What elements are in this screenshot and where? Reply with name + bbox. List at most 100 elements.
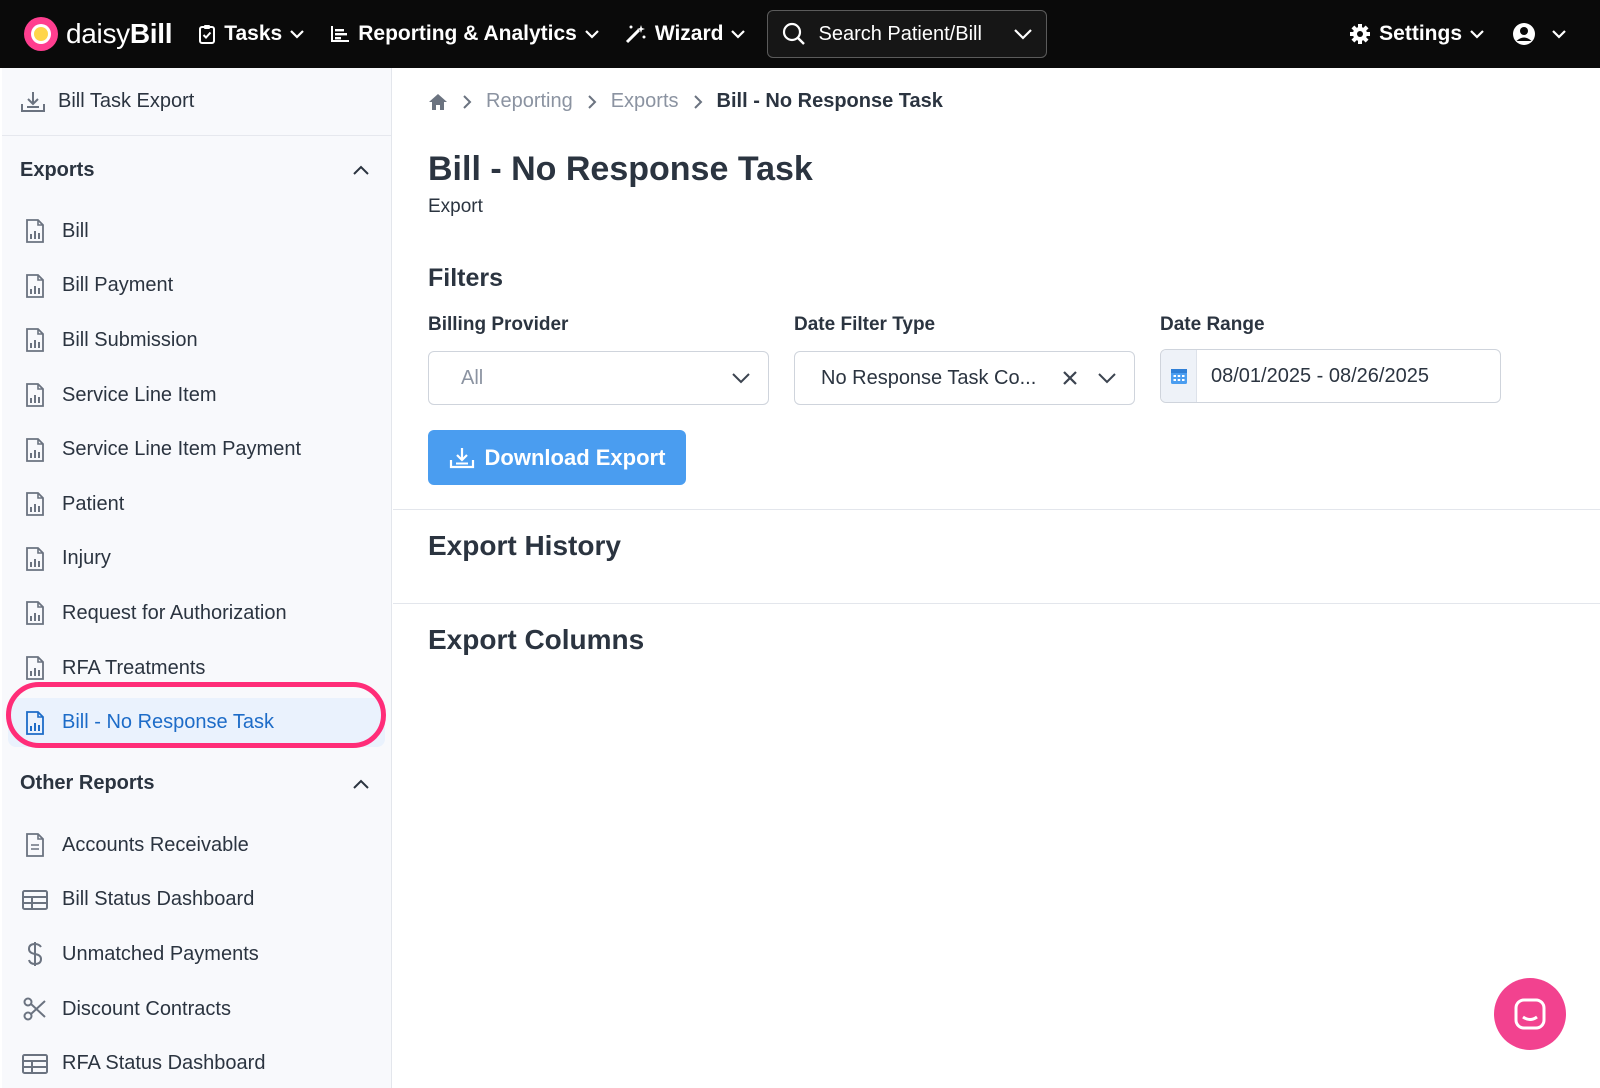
sidebar-item-label: RFA Status Dashboard bbox=[62, 1052, 266, 1075]
page-title: Bill - No Response Task bbox=[428, 150, 813, 188]
sidebar-item-label: Bill Status Dashboard bbox=[62, 888, 255, 911]
sidebar-item-bill-submission[interactable]: Bill Submission bbox=[2, 313, 391, 368]
sidebar-item-label: Service Line Item Payment bbox=[62, 438, 301, 461]
sidebar-item-bill-no-response-task[interactable]: Bill - No Response Task bbox=[2, 695, 391, 750]
report-document-icon bbox=[20, 656, 50, 680]
date-filter-type-select[interactable]: No Response Task Co... bbox=[794, 351, 1135, 405]
sidebar-item-label: Bill Payment bbox=[62, 274, 174, 297]
sidebar-item-label: RFA Treatments bbox=[62, 656, 206, 679]
download-export-label: Download Export bbox=[484, 444, 666, 470]
billing-provider-select[interactable]: All bbox=[428, 351, 769, 405]
chevron-right-icon bbox=[462, 94, 472, 110]
report-document-icon bbox=[20, 601, 50, 626]
sidebar-item-label: Discount Contracts bbox=[62, 997, 231, 1020]
export-history-title[interactable]: Export History bbox=[428, 530, 621, 562]
sidebar-item-rfa-status-dashboard[interactable]: RFA Status Dashboard bbox=[2, 1036, 391, 1088]
sidebar-item-label: Accounts Receivable bbox=[62, 833, 249, 856]
divider bbox=[393, 509, 1600, 510]
date-filter-type-value: No Response Task Co... bbox=[821, 366, 1037, 389]
sidebar-item-discount-contracts[interactable]: Discount Contracts bbox=[2, 982, 391, 1037]
download-tray-icon bbox=[21, 91, 45, 112]
sidebar-item-rfa-treatments[interactable]: RFA Treatments bbox=[2, 641, 391, 696]
chat-launcher-button[interactable] bbox=[1494, 978, 1566, 1050]
breadcrumb: Reporting Exports Bill - No Response Tas… bbox=[428, 90, 943, 113]
bar-chart-icon bbox=[331, 26, 350, 42]
other-reports-list: Accounts Receivable Bill Status Dashboard… bbox=[2, 818, 391, 1088]
nav-right: Settings bbox=[1321, 22, 1566, 46]
wizard-label: Wizard bbox=[654, 22, 724, 45]
chevron-right-icon bbox=[693, 94, 703, 110]
report-document-icon bbox=[20, 383, 50, 407]
chevron-down-icon bbox=[585, 29, 599, 39]
section-label: Exports bbox=[20, 158, 95, 181]
report-document-icon bbox=[20, 273, 50, 298]
sidebar-item-bill-task-export[interactable]: Bill Task Export bbox=[2, 68, 391, 136]
sidebar-item-label: Bill bbox=[62, 219, 89, 242]
sidebar-item-unmatched-payments[interactable]: Unmatched Payments bbox=[2, 927, 391, 982]
report-document-icon bbox=[20, 546, 50, 571]
wizard-menu[interactable]: Wizard bbox=[625, 22, 746, 46]
filters-title: Filters bbox=[428, 264, 504, 292]
date-range-label: Date Range bbox=[1160, 314, 1265, 335]
sidebar-item-label: Bill - No Response Task bbox=[62, 711, 274, 734]
page-subtitle: Export bbox=[428, 196, 483, 217]
chevron-up-icon bbox=[353, 165, 369, 175]
sidebar-item-label: Injury bbox=[62, 547, 111, 570]
date-range-input[interactable]: 08/01/2025 - 08/26/2025 bbox=[1160, 349, 1501, 403]
main-content: Reporting Exports Bill - No Response Tas… bbox=[393, 68, 1600, 1088]
document-icon bbox=[20, 833, 50, 858]
sidebar-item-label: Request for Authorization bbox=[62, 601, 287, 624]
daisybill-logo[interactable]: daisyBill bbox=[24, 0, 173, 68]
calendar-icon bbox=[1161, 350, 1197, 402]
download-export-button[interactable]: Download Export bbox=[428, 430, 686, 485]
breadcrumb-exports[interactable]: Exports bbox=[611, 90, 679, 113]
exports-list: Bill Bill Payment Bill Submission Service L… bbox=[2, 204, 391, 750]
billing-provider-value: All bbox=[461, 366, 484, 389]
sidebar-item-label: Service Line Item bbox=[62, 383, 217, 406]
date-filter-type-label: Date Filter Type bbox=[794, 314, 936, 335]
settings-menu[interactable]: Settings bbox=[1349, 22, 1484, 46]
sidebar: Bill Task Export Exports Bill Bill Paymen… bbox=[2, 68, 392, 1088]
sidebar-item-bill[interactable]: Bill bbox=[2, 204, 391, 259]
date-range-value: 08/01/2025 - 08/26/2025 bbox=[1211, 364, 1429, 387]
chevron-down-icon bbox=[731, 29, 746, 39]
reporting-label: Reporting & Analytics bbox=[358, 22, 577, 45]
section-label: Other Reports bbox=[20, 772, 155, 795]
chevron-right-icon bbox=[587, 94, 597, 110]
sidebar-item-accounts-receivable[interactable]: Accounts Receivable bbox=[2, 818, 391, 873]
breadcrumb-current: Bill - No Response Task bbox=[716, 90, 943, 112]
table-icon bbox=[20, 1053, 50, 1074]
search-patient-bill[interactable]: Search Patient/Bill bbox=[767, 10, 1048, 58]
sidebar-item-service-line-item[interactable]: Service Line Item bbox=[2, 368, 391, 423]
gear-icon bbox=[1350, 24, 1371, 44]
billing-provider-label: Billing Provider bbox=[428, 314, 569, 335]
sidebar-item-service-line-item-payment[interactable]: Service Line Item Payment bbox=[2, 422, 391, 477]
sidebar-item-bill-payment[interactable]: Bill Payment bbox=[2, 259, 391, 314]
user-circle-icon bbox=[1513, 23, 1535, 45]
chat-icon bbox=[1514, 998, 1546, 1030]
tasks-menu[interactable]: Tasks bbox=[198, 22, 305, 46]
clipboard-check-icon bbox=[199, 25, 216, 44]
tasks-label: Tasks bbox=[224, 22, 283, 45]
reporting-analytics-menu[interactable]: Reporting & Analytics bbox=[330, 22, 599, 46]
export-columns-title[interactable]: Export Columns bbox=[428, 624, 644, 656]
sidebar-item-bill-status-dashboard[interactable]: Bill Status Dashboard bbox=[2, 873, 391, 928]
sidebar-item-injury[interactable]: Injury bbox=[2, 532, 391, 587]
sidebar-item-label: Patient bbox=[62, 492, 125, 515]
home-icon[interactable] bbox=[428, 93, 448, 111]
search-icon bbox=[783, 22, 806, 45]
sidebar-item-patient[interactable]: Patient bbox=[2, 477, 391, 532]
chevron-down-icon bbox=[1470, 29, 1484, 39]
flower-logo-icon bbox=[24, 17, 58, 51]
chevron-down-icon bbox=[290, 29, 305, 39]
breadcrumb-reporting[interactable]: Reporting bbox=[486, 90, 573, 113]
user-menu[interactable] bbox=[1512, 22, 1566, 46]
table-icon bbox=[20, 889, 50, 910]
dollar-icon bbox=[20, 941, 50, 967]
exports-section-header[interactable]: Exports bbox=[2, 136, 391, 204]
clear-icon[interactable] bbox=[1062, 370, 1078, 386]
other-reports-section-header[interactable]: Other Reports bbox=[2, 750, 391, 818]
search-label: Search Patient/Bill bbox=[818, 22, 982, 45]
sidebar-item-request-for-authorization[interactable]: Request for Authorization bbox=[2, 586, 391, 641]
chevron-down-icon bbox=[1552, 29, 1566, 39]
